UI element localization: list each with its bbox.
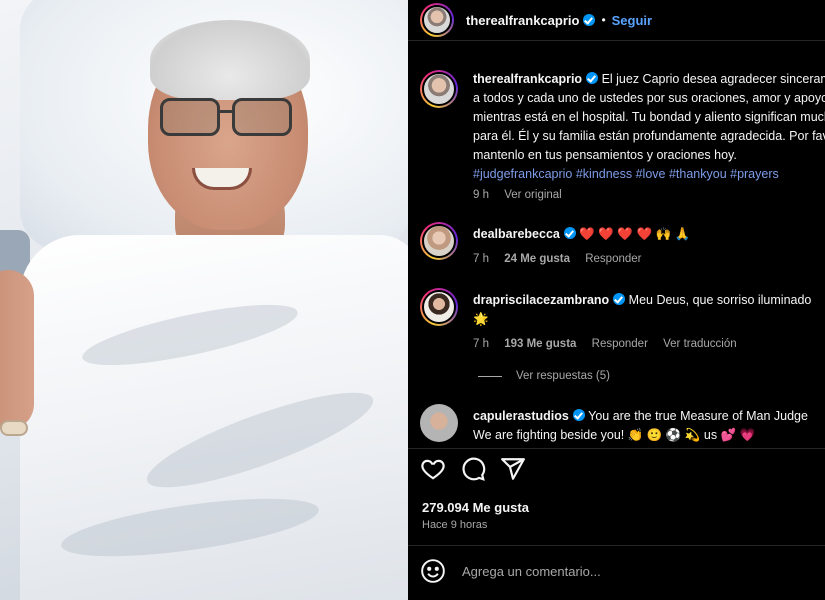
caption-text-line: mantenlo en tus pensamientos y oraciones… [473,148,737,162]
post-sidebar: therealfrankcaprio • Seguir therealfrank… [408,0,825,600]
post-photo[interactable] [0,0,408,600]
follow-button[interactable]: Seguir [612,13,652,28]
comment-username[interactable]: dealbarebecca [473,227,560,241]
comment-text-cont: We are fighting beside you! 👏 🙂 ⚽ 💫 us 💕… [473,428,756,442]
hospital-bracelet [0,420,28,436]
reply-button[interactable]: Responder [585,253,641,265]
caption-text-line: mientras está en el hospital. Tu bondad … [473,110,825,124]
post-time: Hace 9 horas [422,519,488,531]
verified-icon [572,409,585,421]
verified-icon [563,227,576,239]
comment-icon[interactable] [460,456,486,482]
hospital-sheet [20,235,408,600]
avatar[interactable] [420,3,454,37]
right-lens [232,98,292,136]
avatar[interactable] [420,288,458,326]
caption-username[interactable]: therealfrankcaprio [473,72,582,86]
divider [408,40,825,41]
post-header: therealfrankcaprio • Seguir [408,0,825,40]
caption-hashtags[interactable]: #judgefrankcaprio #kindness #love #thank… [473,165,825,184]
comment: capulerastudios You are the true Measure… [420,404,825,445]
heart-icon[interactable] [420,456,446,482]
share-icon[interactable] [500,456,526,482]
verified-icon [583,14,596,26]
caption: therealfrankcaprio El juez Caprio desea … [420,70,825,205]
comment-text: You are the true Measure of Man Judge [588,409,808,423]
sheet-fold [78,292,302,378]
raised-arm [0,270,34,430]
comment-meta: 7 h 24 Me gusta Responder [473,250,825,269]
left-lens [160,98,220,136]
separator: • [601,13,606,27]
replies-line [478,375,502,377]
likes-count[interactable]: 279.094 Me gusta [422,500,529,515]
comment-username[interactable]: drapriscilacezambrano [473,293,609,307]
comment: drapriscilacezambrano Meu Deus, que sorr… [420,288,825,354]
sheet-fold [138,375,382,505]
comment-text: ❤️ ❤️ ❤️ ❤️ 🙌 🙏 [579,227,691,241]
comment-body: drapriscilacezambrano Meu Deus, que sorr… [473,288,825,354]
comment-meta: 7 h 193 Me gusta Responder Ver traducció… [473,335,825,354]
caption-body: therealfrankcaprio El juez Caprio desea … [473,70,825,205]
translate-link[interactable]: Ver traducción [663,338,737,350]
comment-time: 7 h [473,253,489,265]
comment-input[interactable] [462,563,782,579]
emoji-icon[interactable] [420,558,446,584]
view-replies-label: Ver respuestas (5) [516,370,610,382]
sheet-fold [58,487,322,568]
avatar[interactable] [420,404,458,442]
comment-text: Meu Deus, que sorriso iluminado [628,293,812,307]
divider [408,448,825,449]
avatar[interactable] [420,70,458,108]
caption-text-line: El juez Caprio desea agradecer sincerame… [601,72,825,86]
action-bar [420,456,526,482]
caption-time: 9 h [473,189,489,201]
divider [408,545,825,546]
comment-likes[interactable]: 193 Me gusta [504,338,576,350]
verified-icon [586,72,599,84]
caption-meta: 9 h Ver original [473,186,825,205]
white-hair [150,20,310,100]
caption-text-line: a todos y cada uno de ustedes por sus or… [473,91,825,105]
comment-body: capulerastudios You are the true Measure… [473,404,825,445]
post-username[interactable]: therealfrankcaprio [466,13,579,28]
eyeglasses [160,98,295,138]
reply-button[interactable]: Responder [592,338,648,350]
verified-icon [613,293,626,305]
caption-text-line: para él. Él y su familia están profundam… [473,129,825,143]
add-comment-bar [420,558,782,584]
comment-likes[interactable]: 24 Me gusta [504,253,570,265]
see-original-link[interactable]: Ver original [504,189,562,201]
comment-time: 7 h [473,338,489,350]
comment-username[interactable]: capulerastudios [473,409,569,423]
avatar[interactable] [420,222,458,260]
comment-text-cont: 🌟 [473,312,489,326]
comment: dealbarebecca ❤️ ❤️ ❤️ ❤️ 🙌 🙏 7 h 24 Me … [420,222,825,269]
comment-body: dealbarebecca ❤️ ❤️ ❤️ ❤️ 🙌 🙏 7 h 24 Me … [473,222,825,269]
view-replies-button[interactable]: Ver respuestas (5) [478,370,610,382]
